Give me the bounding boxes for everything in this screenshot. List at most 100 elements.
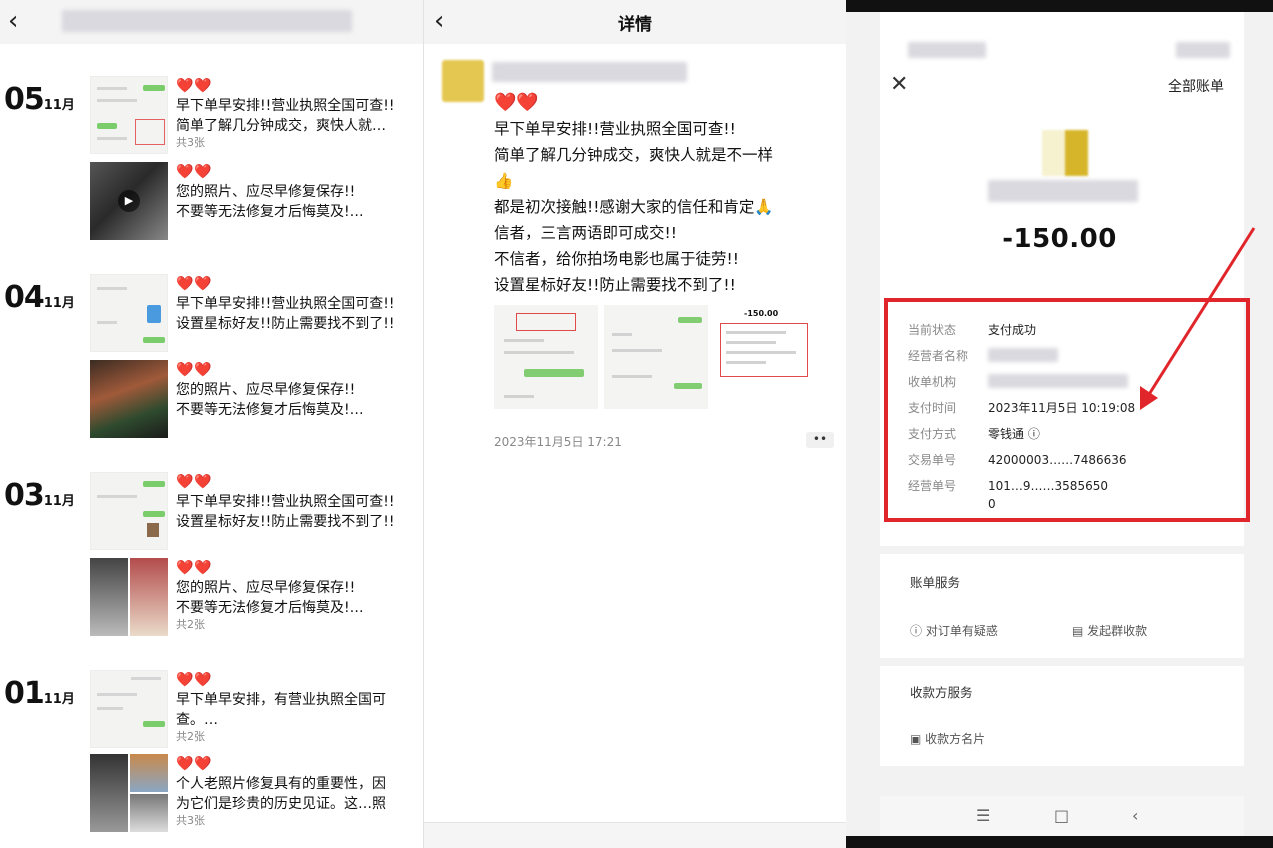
- feed-post[interactable]: ❤️❤️ 早下单早安排!!营业执照全国可查!! 设置星标好友!!防止需要找不到了…: [90, 472, 420, 552]
- highlight-box: [884, 298, 1250, 522]
- post-text-line: 早下单早安排!!营业执照全国可查!!: [176, 494, 395, 510]
- day-date: 0111月: [4, 676, 75, 711]
- post-text-line: 为它们是珍贵的历史见证。这…照: [176, 796, 386, 812]
- blurred-status-text: [908, 42, 986, 58]
- feed-day-05: 0511月 ❤️❤️ 早下单早安排!!营业执照全国可查!! 简单了解几分钟成交，…: [0, 76, 423, 256]
- heart-emoji: ❤️❤️: [176, 164, 213, 180]
- question-icon: ⓘ: [910, 624, 926, 638]
- post-text-line: 设置星标好友!!防止需要找不到了!!: [494, 276, 736, 294]
- heart-emoji: ❤️❤️: [494, 92, 539, 113]
- day-date: 0411月: [4, 280, 75, 315]
- feed-post[interactable]: ❤️❤️ 早下单早安排，有营业执照全国可 查。… 共2张: [90, 670, 420, 750]
- comment-bar[interactable]: [424, 822, 846, 848]
- page-title: 详情: [618, 15, 652, 35]
- more-actions-button[interactable]: ••: [806, 432, 834, 448]
- post-text-line: 早下单早安排!!营业执照全国可查!!: [176, 98, 395, 114]
- post-photo-thumbnail[interactable]: [90, 754, 168, 832]
- heart-emoji: ❤️❤️: [176, 78, 213, 94]
- bill-service-heading: 账单服务: [910, 575, 961, 590]
- post-text-line: 查。…: [176, 712, 218, 728]
- heart-emoji: ❤️❤️: [176, 672, 213, 688]
- post-text-line: 不要等无法修复才后悔莫及!…: [176, 204, 364, 220]
- home-icon[interactable]: □: [1054, 806, 1069, 825]
- post-text-line: 设置星标好友!!防止需要找不到了!!: [176, 316, 395, 332]
- post-thumbnail[interactable]: [90, 76, 168, 154]
- day-date: 0311月: [4, 478, 75, 513]
- post-text-line: 早下单早安排!!营业执照全国可查!!: [176, 296, 395, 312]
- bottom-bezel: [846, 836, 1273, 848]
- post-text-line: 个人老照片修复具有的重要性，因: [176, 776, 386, 792]
- bill-amount: -150.00: [1002, 224, 1117, 254]
- post-video-thumbnail[interactable]: ▶: [90, 162, 168, 240]
- image-count: 共2张: [176, 730, 205, 743]
- post-text-line: 早下单早安排，有营业执照全国可: [176, 692, 386, 708]
- post-thumbnail[interactable]: [90, 274, 168, 352]
- post-text-line: 您的照片、应尽早修复保存!!: [176, 580, 356, 596]
- feed-post[interactable]: ❤️❤️ 个人老照片修复具有的重要性，因 为它们是珍贵的历史见证。这…照 共3张: [90, 754, 420, 834]
- post-timestamp: 2023年11月5日 17:21: [494, 435, 622, 449]
- post-thumbnail[interactable]: [90, 670, 168, 748]
- heart-emoji: ❤️❤️: [176, 560, 213, 576]
- post-image-3[interactable]: -150.00: [714, 305, 818, 409]
- feed-day-03: 0311月 ❤️❤️ 早下单早安排!!营业执照全国可查!! 设置星标好友!!防止…: [0, 472, 423, 652]
- menu-icon[interactable]: ☰: [976, 806, 990, 825]
- blurred-profile-name: [62, 10, 352, 32]
- moments-feed-panel: ‹ 0511月 ❤️❤️ 早下单早安排!!营业执照全国可查!! 简单了解几分钟成…: [0, 0, 423, 848]
- feed-post[interactable]: ❤️❤️ 早下单早安排!!营业执照全国可查!! 简单了解几分钟成交，爽快人就… …: [90, 76, 420, 156]
- post-image-grid: -150.00: [494, 305, 824, 411]
- feed-day-01: 0111月 ❤️❤️ 早下单早安排，有营业执照全国可 查。… 共2张 ❤️❤️ …: [0, 670, 423, 848]
- feed-post[interactable]: ▶ ❤️❤️ 您的照片、应尽早修复保存!! 不要等无法修复才后悔莫及!…: [90, 162, 420, 242]
- question-order-link[interactable]: ⓘ 对订单有疑惑: [910, 622, 998, 639]
- blurred-status-text: [1176, 42, 1230, 58]
- post-text-line: 设置星标好友!!防止需要找不到了!!: [176, 514, 395, 530]
- post-image-1[interactable]: [494, 305, 598, 409]
- all-bills-link[interactable]: 全部账单: [1168, 76, 1224, 96]
- heart-emoji: ❤️❤️: [176, 756, 213, 772]
- image-count: 共2张: [176, 618, 205, 631]
- post-text-line: 您的照片、应尽早修复保存!!: [176, 382, 356, 398]
- post-text-line: 信者，三言两语即可成交!!: [494, 224, 677, 242]
- back-icon[interactable]: ‹: [1132, 806, 1138, 825]
- post-text-line: 不要等无法修复才后悔莫及!…: [176, 600, 364, 616]
- thumbnail-amount: -150.00: [744, 309, 779, 318]
- merchant-logo: [1042, 130, 1088, 176]
- payee-card-link[interactable]: ▣ 收款方名片: [910, 730, 985, 747]
- thumbs-up-emoji: 👍: [494, 172, 514, 190]
- blurred-nickname[interactable]: [492, 62, 687, 82]
- post-text-line: 简单了解几分钟成交，爽快人就是不一样: [494, 146, 774, 164]
- post-text-line: 您的照片、应尽早修复保存!!: [176, 184, 356, 200]
- heart-emoji: ❤️❤️: [176, 362, 213, 378]
- image-count: 共3张: [176, 814, 205, 827]
- section-divider: [880, 658, 1244, 666]
- avatar[interactable]: [442, 60, 484, 102]
- payee-service-heading: 收款方服务: [910, 685, 973, 700]
- post-content: ❤️❤️ 早下单早安排!!营业执照全国可查!! 简单了解几分钟成交，爽快人就是不…: [494, 90, 839, 298]
- post-detail-panel: ‹ 详情 ❤️❤️ 早下单早安排!!营业执照全国可查!! 简单了解几分钟成交，爽…: [423, 0, 846, 848]
- heart-emoji: ❤️❤️: [176, 276, 213, 292]
- document-icon: ▤: [1072, 624, 1088, 638]
- heart-emoji: ❤️❤️: [176, 474, 213, 490]
- section-divider: [880, 766, 1244, 796]
- group-collect-link[interactable]: ▤ 发起群收款: [1072, 622, 1147, 639]
- post-text-line: 简单了解几分钟成交，爽快人就…: [176, 118, 386, 134]
- image-count: 共3张: [176, 136, 205, 149]
- feed-post[interactable]: ❤️❤️ 早下单早安排!!营业执照全国可查!! 设置星标好友!!防止需要找不到了…: [90, 274, 420, 354]
- post-text-line: 不要等无法修复才后悔莫及!…: [176, 402, 364, 418]
- post-photo-thumbnail[interactable]: [90, 360, 168, 438]
- feed-day-04: 0411月 ❤️❤️ 早下单早安排!!营业执照全国可查!! 设置星标好友!!防止…: [0, 274, 423, 454]
- status-bar: [846, 0, 1273, 12]
- post-photo-thumbnail[interactable]: [90, 558, 168, 636]
- blurred-merchant-name: [988, 180, 1138, 202]
- post-text-line: 早下单早安排!!营业执照全国可查!!: [494, 120, 736, 138]
- chevron-left-icon[interactable]: ‹: [8, 8, 18, 34]
- close-icon[interactable]: ✕: [890, 72, 908, 97]
- play-icon: ▶: [118, 190, 140, 212]
- post-text-line: 不信者，给你拍场电影也属于徒劳!!: [494, 250, 739, 268]
- card-icon: ▣: [910, 732, 926, 746]
- feed-post[interactable]: ❤️❤️ 您的照片、应尽早修复保存!! 不要等无法修复才后悔莫及!…: [90, 360, 420, 440]
- feed-post[interactable]: ❤️❤️ 您的照片、应尽早修复保存!! 不要等无法修复才后悔莫及!… 共2张: [90, 558, 420, 638]
- section-divider: [880, 546, 1244, 554]
- post-image-2[interactable]: [604, 305, 708, 409]
- post-thumbnail[interactable]: [90, 472, 168, 550]
- day-date: 0511月: [4, 82, 75, 117]
